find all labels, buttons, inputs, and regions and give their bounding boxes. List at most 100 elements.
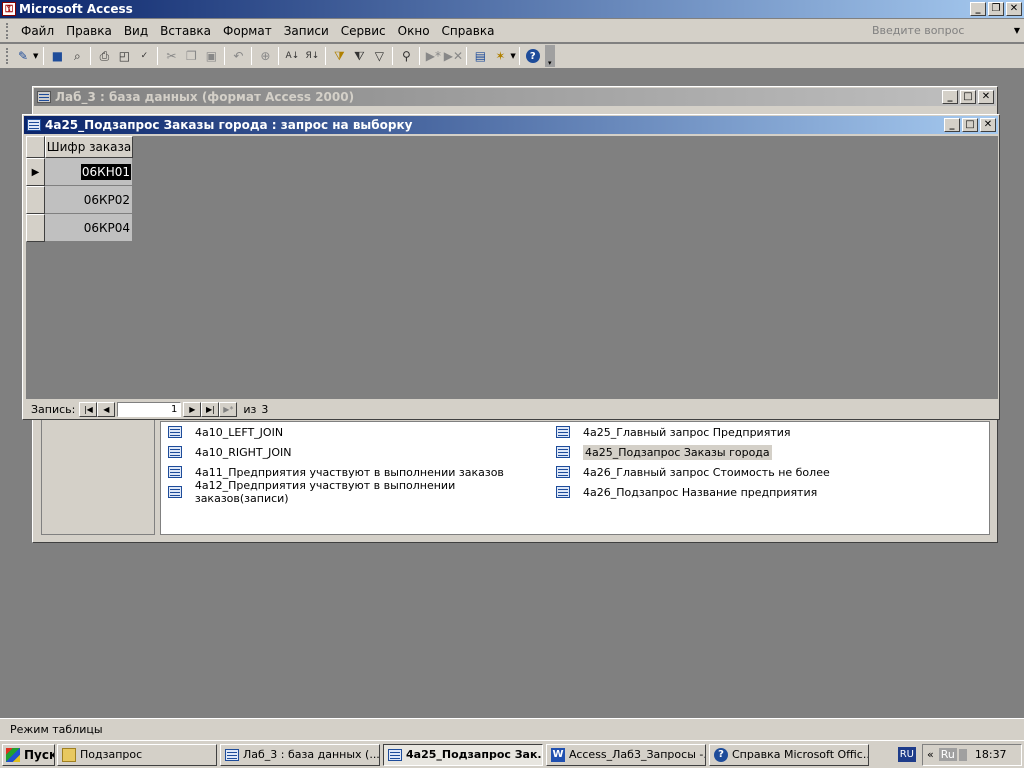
menu-view[interactable]: Вид: [118, 20, 154, 42]
menu-tools[interactable]: Сервис: [335, 20, 392, 42]
table-cell[interactable]: 06КР04: [45, 214, 133, 242]
menu-format[interactable]: Формат: [217, 20, 278, 42]
db-maximize-button[interactable]: □: [960, 90, 976, 104]
close-button[interactable]: ✕: [1006, 2, 1022, 16]
ask-question-field[interactable]: Введите вопрос ▼: [870, 22, 1020, 40]
current-record-arrow-icon: ▶: [31, 166, 40, 178]
first-record-button[interactable]: |◀: [79, 402, 98, 417]
list-item[interactable]: 4а12_Предприятия участвуют в выполнении …: [168, 479, 548, 505]
taskbar-button-word[interactable]: W Access_Лаб3_Запросы -...: [546, 743, 706, 766]
save-icon[interactable]: ■: [47, 46, 67, 66]
record-selector[interactable]: ▶: [26, 158, 45, 186]
database-window-icon[interactable]: ▤: [470, 46, 490, 66]
search-file-icon[interactable]: ⌕: [67, 46, 87, 66]
tray-keyboard-icon[interactable]: [958, 748, 967, 761]
list-item[interactable]: 4а26_Подзапрос Название предприятия: [556, 482, 976, 502]
chevron-down-icon[interactable]: ▼: [510, 52, 515, 60]
database-window-title-bar[interactable]: Лаб_3 : база данных (формат Access 2000)…: [34, 88, 996, 106]
menu-edit[interactable]: Правка: [60, 20, 118, 42]
column-header[interactable]: Шифр заказа: [45, 136, 133, 158]
menu-help[interactable]: Справка: [436, 20, 501, 42]
cut-icon[interactable]: ✂: [161, 46, 181, 66]
record-selector[interactable]: [26, 214, 45, 242]
taskbar-button-help[interactable]: ? Справка Microsoft Offic...: [709, 743, 869, 766]
record-navigation: Запись: |◀ ◀ 1 ▶ ▶| ▶* из 3: [26, 401, 998, 418]
tray-expand-icon[interactable]: «: [927, 748, 934, 761]
new-record-button[interactable]: ▶*: [219, 402, 238, 417]
next-record-button[interactable]: ▶: [183, 402, 202, 417]
list-item[interactable]: 4а10_LEFT_JOIN: [168, 422, 548, 442]
app-title: Microsoft Access: [19, 2, 133, 16]
hyperlink-icon[interactable]: ⊕: [255, 46, 275, 66]
query-window-title-bar[interactable]: 4а25_Подзапрос Заказы города : запрос на…: [24, 116, 998, 134]
copy-icon[interactable]: ❐: [181, 46, 201, 66]
filter-by-form-icon[interactable]: ⧨: [349, 46, 369, 66]
undo-icon[interactable]: ↶: [228, 46, 248, 66]
objects-bar: [41, 409, 155, 535]
last-record-button[interactable]: ▶|: [201, 402, 220, 417]
record-number-input[interactable]: 1: [117, 402, 182, 417]
toolbar-options-icon[interactable]: ▾: [544, 45, 555, 67]
taskbar-button-folder[interactable]: Подзапрос: [57, 743, 217, 766]
sort-descending-icon[interactable]: Я↓: [302, 46, 322, 66]
table-cell[interactable]: 06КР02: [45, 186, 133, 214]
toolbar-grip[interactable]: [6, 48, 9, 64]
apply-filter-icon[interactable]: ▽: [369, 46, 389, 66]
list-item[interactable]: 4а26_Главный запрос Стоимость не более: [556, 462, 976, 482]
list-item[interactable]: 4а25_Главный запрос Предприятия: [556, 422, 976, 442]
view-icon[interactable]: ✎: [13, 46, 33, 66]
query-icon: [556, 426, 570, 438]
chevron-down-icon[interactable]: ▼: [1014, 26, 1020, 35]
chevron-down-icon[interactable]: ▼: [33, 52, 38, 60]
query-icon: [168, 486, 182, 498]
query-maximize-button[interactable]: □: [962, 118, 978, 132]
clock: 18:37: [974, 748, 1007, 761]
print-icon[interactable]: ⎙: [94, 46, 114, 66]
filter-by-selection-icon[interactable]: ⧩: [329, 46, 349, 66]
tray-language[interactable]: Ru: [938, 748, 957, 761]
column-header-label: Шифр заказа: [46, 140, 132, 154]
menu-records[interactable]: Записи: [278, 20, 335, 42]
datasheet[interactable]: Шифр заказа ▶ 06КН01 06КР02 06КР04: [26, 136, 998, 399]
query-icon: [168, 466, 182, 478]
paste-icon[interactable]: ▣: [201, 46, 221, 66]
find-icon[interactable]: ⚲: [396, 46, 416, 66]
taskbar-button-database[interactable]: Лаб_3 : база данных (...: [220, 743, 380, 766]
access-key-icon: ⚿: [2, 2, 16, 16]
sort-ascending-icon[interactable]: A↓: [282, 46, 302, 66]
query-window[interactable]: 4а25_Подзапрос Заказы города : запрос на…: [22, 114, 1000, 420]
query-minimize-button[interactable]: _: [944, 118, 960, 132]
new-record-icon[interactable]: ▶*: [423, 46, 443, 66]
minimize-button[interactable]: _: [970, 2, 986, 16]
spelling-icon[interactable]: ✓: [134, 46, 154, 66]
previous-record-button[interactable]: ◀: [97, 402, 116, 417]
taskbar-button-query[interactable]: 4а25_Подзапрос Зак...: [383, 743, 543, 766]
total-records: 3: [261, 403, 269, 416]
language-indicator[interactable]: RU: [897, 747, 916, 762]
print-preview-icon[interactable]: ◰: [114, 46, 134, 66]
query-icon: [168, 446, 182, 458]
menu-file[interactable]: Файл: [15, 20, 60, 42]
standard-toolbar: ✎ ▼ ■ ⌕ ⎙ ◰ ✓ ✂ ❐ ▣ ↶ ⊕ A↓ Я↓ ⧩ ⧨ ▽ ⚲ ▶* …: [0, 44, 1024, 68]
menu-window[interactable]: Окно: [392, 20, 436, 42]
help-icon[interactable]: ?: [523, 46, 543, 66]
select-all-corner[interactable]: [26, 136, 45, 158]
new-object-icon[interactable]: ✶: [490, 46, 510, 66]
windows-logo-icon: [6, 747, 20, 762]
query-close-button[interactable]: ✕: [980, 118, 996, 132]
menu-insert[interactable]: Вставка: [154, 20, 217, 42]
status-text: Режим таблицы: [10, 723, 103, 736]
delete-record-icon[interactable]: ▶✕: [443, 46, 463, 66]
start-button[interactable]: Пуск: [2, 743, 55, 766]
db-minimize-button[interactable]: _: [942, 90, 958, 104]
list-item[interactable]: 4а10_RIGHT_JOIN: [168, 442, 548, 462]
record-selector[interactable]: [26, 186, 45, 214]
list-item-selected[interactable]: 4а25_Подзапрос Заказы города: [556, 442, 976, 462]
db-close-button[interactable]: ✕: [978, 90, 994, 104]
folder-icon: [62, 747, 76, 762]
table-cell[interactable]: 06КН01: [45, 158, 133, 186]
menu-grip[interactable]: [6, 22, 9, 39]
restore-button[interactable]: ❐: [988, 2, 1004, 16]
app-title-bar[interactable]: ⚿ Microsoft Access _ ❐ ✕: [0, 0, 1024, 18]
object-list[interactable]: 4а10_LEFT_JOIN 4а10_RIGHT_JOIN 4а11_Пред…: [160, 421, 990, 535]
